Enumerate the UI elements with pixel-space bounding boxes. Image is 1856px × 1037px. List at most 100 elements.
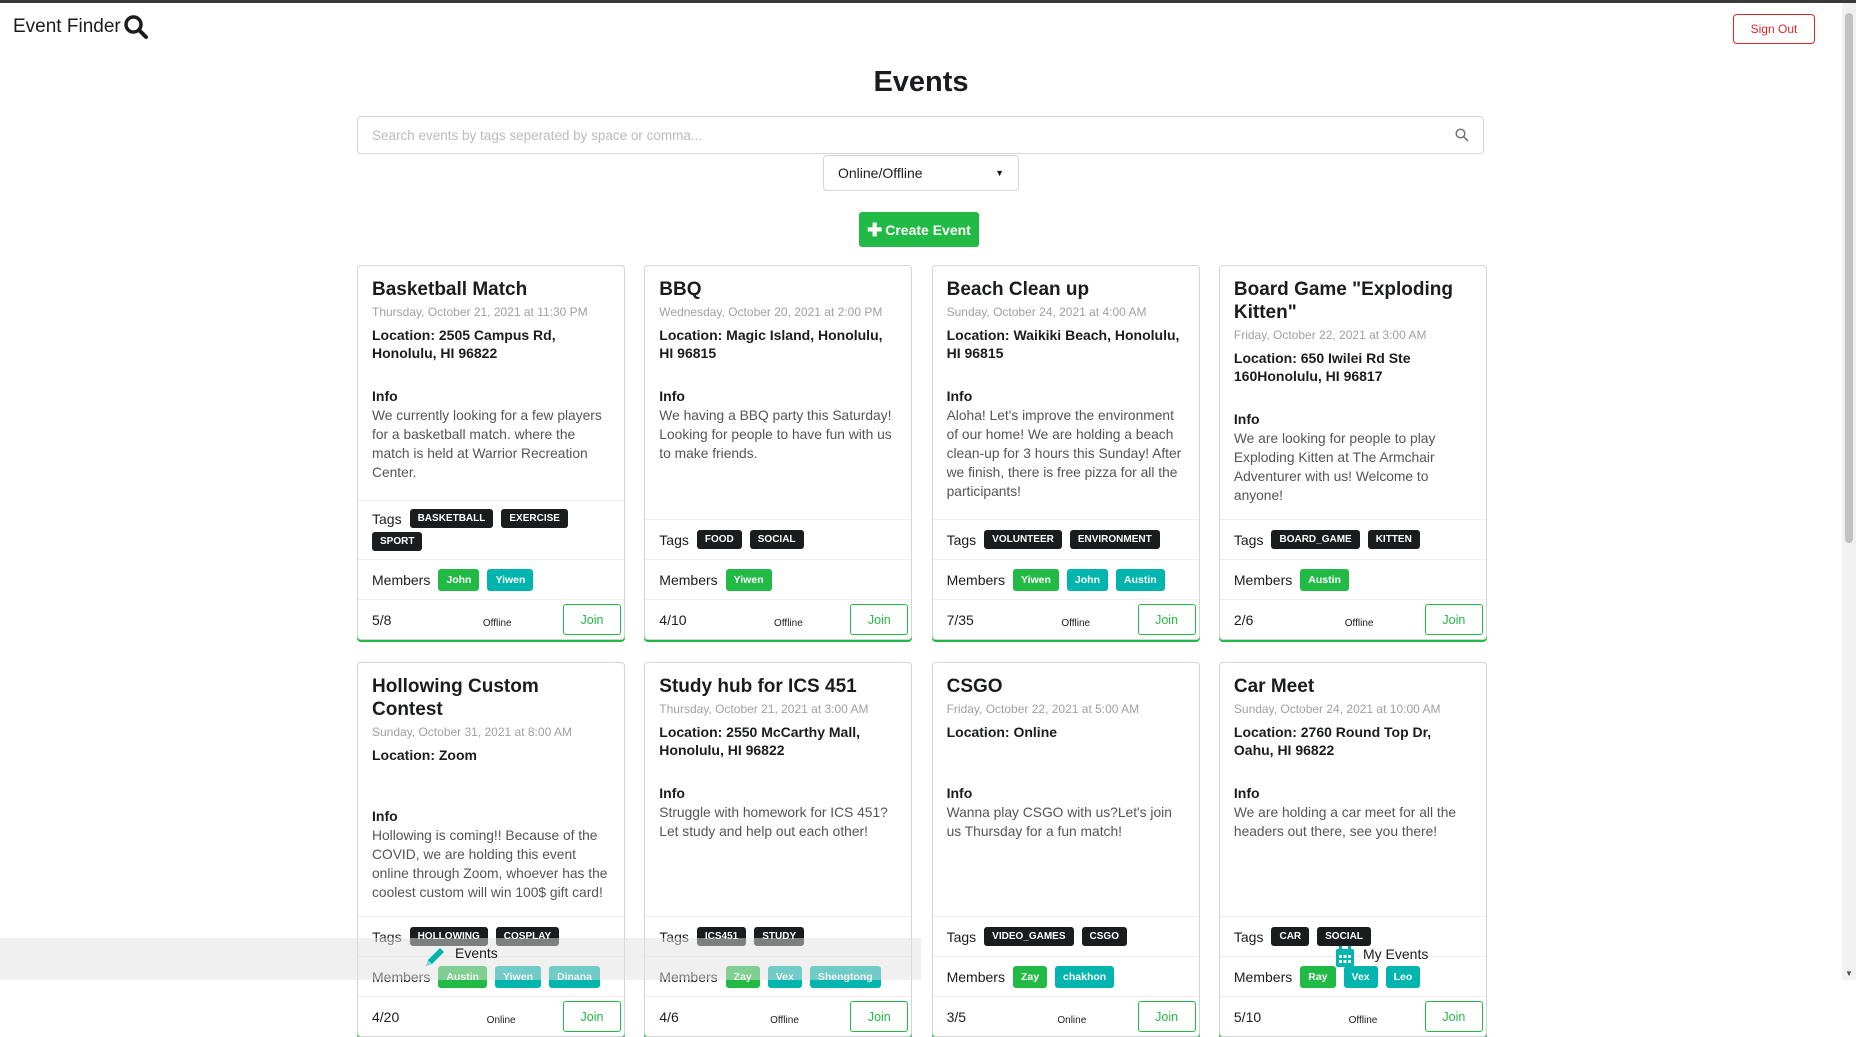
card-footer: 4/20 Online Join — [358, 996, 624, 1036]
event-title: Board Game "Exploding Kitten" — [1233, 279, 1453, 323]
tag-badge[interactable]: SOCIAL — [1317, 927, 1371, 946]
members-label: Members — [372, 571, 431, 588]
info-heading: Info — [1233, 411, 1260, 427]
brand-name: Event Finder — [13, 16, 121, 37]
sign-out-button[interactable]: Sign Out — [1733, 14, 1815, 44]
search-icon — [123, 15, 148, 39]
nav-my-events-label: My Events — [1363, 946, 1429, 962]
member-badge[interactable]: Yiwen — [725, 568, 772, 591]
card-footer: 3/5 Online Join — [932, 996, 1199, 1036]
member-badge[interactable]: John — [438, 568, 480, 591]
event-location: Location: 2760 Round Top Dr, Oahu, HI 96… — [1233, 724, 1432, 758]
tags-label: Tags — [946, 531, 977, 548]
event-card: Hollowing Custom Contest Sunday, October… — [357, 662, 625, 1037]
event-description: Struggle with homework for ICS 451? Let … — [659, 805, 888, 839]
join-button[interactable]: Join — [1424, 604, 1483, 635]
event-date: Friday, October 22, 2021 at 3:00 AM — [1233, 328, 1427, 342]
members-section: Members Zay chakhon — [932, 956, 1199, 996]
scrollbar-thumb[interactable] — [1845, 13, 1853, 543]
members-label: Members — [946, 571, 1005, 588]
member-badge[interactable]: Austin — [1300, 568, 1349, 591]
member-count: 2/6 — [1233, 611, 1254, 628]
event-mode: Offline — [774, 618, 803, 629]
card-content: Study hub for ICS 451 Thursday, October … — [645, 663, 911, 916]
members-section: Members Austin — [1219, 559, 1486, 599]
search-icon[interactable] — [1455, 128, 1469, 142]
search-input[interactable] — [372, 127, 1455, 143]
scroll-down-arrow[interactable]: ▼ — [1845, 969, 1853, 978]
tag-badge[interactable]: BOARD_GAME — [1271, 530, 1360, 549]
tags-label: Tags — [946, 928, 977, 945]
event-location: Location: Waikiki Beach, Honolulu, HI 96… — [946, 327, 1180, 361]
member-badge[interactable]: Yiwen — [487, 568, 534, 591]
member-badge[interactable]: John — [1066, 568, 1108, 591]
info-heading: Info — [372, 808, 398, 824]
card-footer: 4/10 Offline Join — [645, 599, 912, 639]
members-section: Members Yiwen John Austin — [932, 559, 1199, 599]
tag-badge[interactable]: VIDEO_GAMES — [984, 927, 1074, 946]
plus-icon: ✚ — [867, 219, 883, 240]
card-content: BBQ Wednesday, October 20, 2021 at 2:00 … — [645, 266, 911, 519]
card-content: CSGO Friday, October 22, 2021 at 5:00 AM… — [933, 663, 1199, 916]
join-button[interactable]: Join — [850, 604, 909, 635]
member-badge[interactable]: chakhon — [1055, 965, 1115, 988]
join-button[interactable]: Join — [1424, 1001, 1483, 1032]
event-description: Wanna play CSGO with us?Let's join us Th… — [946, 805, 1172, 839]
event-date: Thursday, October 21, 2021 at 11:30 PM — [372, 305, 588, 319]
caret-down-icon: ▼ — [995, 168, 1004, 178]
join-button[interactable]: Join — [850, 1001, 909, 1032]
event-card-grid: Basketball Match Thursday, October 21, 2… — [357, 265, 1487, 1037]
member-count: 4/20 — [372, 1008, 400, 1025]
join-button[interactable]: Join — [563, 1001, 621, 1032]
event-description: We currently looking for a few players f… — [372, 408, 602, 480]
card-content: Beach Clean up Sunday, October 24, 2021 … — [933, 266, 1199, 519]
event-title: Hollowing Custom Contest — [372, 676, 539, 720]
event-mode: Offline — [1348, 1015, 1378, 1026]
scrollbar[interactable]: ▼ — [1842, 3, 1856, 980]
tag-badge[interactable]: BASKETBALL — [409, 509, 494, 528]
member-badge[interactable]: Leo — [1385, 965, 1421, 988]
event-description: We are holding a car meet for all the he… — [1233, 805, 1457, 839]
nav-events-label: Events — [455, 945, 498, 961]
event-date: Sunday, October 24, 2021 at 10:00 AM — [1233, 702, 1441, 716]
nav-events[interactable]: Events — [423, 945, 498, 969]
tags-section: Tags BOARD_GAME KITTEN — [1219, 519, 1486, 559]
tag-badge[interactable]: VOLUNTEER — [984, 530, 1062, 549]
join-button[interactable]: Join — [562, 604, 621, 635]
brand-logo[interactable]: Event Finder — [13, 14, 149, 40]
event-description: We having a BBQ party this Saturday! Loo… — [659, 408, 892, 461]
members-section: Members Yiwen — [645, 559, 912, 599]
tag-badge[interactable]: EXERCISE — [501, 509, 568, 528]
tags-section: Tags BASKETBALL EXERCISE SPORT — [358, 500, 624, 559]
member-badge[interactable]: Zay — [1012, 965, 1048, 988]
tag-badge[interactable]: SPORT — [372, 532, 423, 551]
join-button[interactable]: Join — [1137, 1001, 1196, 1032]
card-content: Car Meet Sunday, October 24, 2021 at 10:… — [1220, 663, 1486, 916]
nav-my-events[interactable]: My Events — [1335, 946, 1428, 968]
create-event-button[interactable]: ✚ Create Event — [859, 212, 979, 247]
tag-badge[interactable]: SOCIAL — [749, 530, 804, 549]
search-bar[interactable] — [357, 116, 1484, 154]
create-event-label: Create Event — [885, 221, 971, 238]
tag-badge[interactable]: CSGO — [1081, 927, 1127, 946]
member-badge[interactable]: Austin — [1116, 568, 1165, 591]
member-badge[interactable]: Yiwen — [1012, 568, 1059, 591]
tag-badge[interactable]: FOOD — [696, 530, 742, 549]
tag-badge[interactable]: KITTEN — [1367, 530, 1420, 549]
member-badge[interactable]: Ray — [1300, 965, 1336, 988]
tags-label: Tags — [659, 531, 689, 548]
join-button[interactable]: Join — [1137, 604, 1196, 635]
card-content: Board Game "Exploding Kitten" Friday, Oc… — [1220, 266, 1486, 519]
tag-badge[interactable]: CAR — [1271, 927, 1310, 946]
member-count: 7/35 — [946, 611, 974, 628]
card-content: Basketball Match Thursday, October 21, 2… — [358, 266, 624, 500]
online-offline-dropdown[interactable]: Online/Offline ▼ — [823, 155, 1019, 191]
member-badge[interactable]: Vex — [1343, 965, 1378, 988]
member-count: 3/5 — [946, 1008, 967, 1025]
members-label: Members — [946, 968, 1005, 985]
member-count: 4/6 — [659, 1008, 679, 1025]
event-title: CSGO — [946, 676, 1003, 697]
tag-badge[interactable]: ENVIRONMENT — [1069, 530, 1160, 549]
card-footer: 4/6 Offline Join — [645, 996, 912, 1036]
event-title: Basketball Match — [372, 279, 528, 300]
